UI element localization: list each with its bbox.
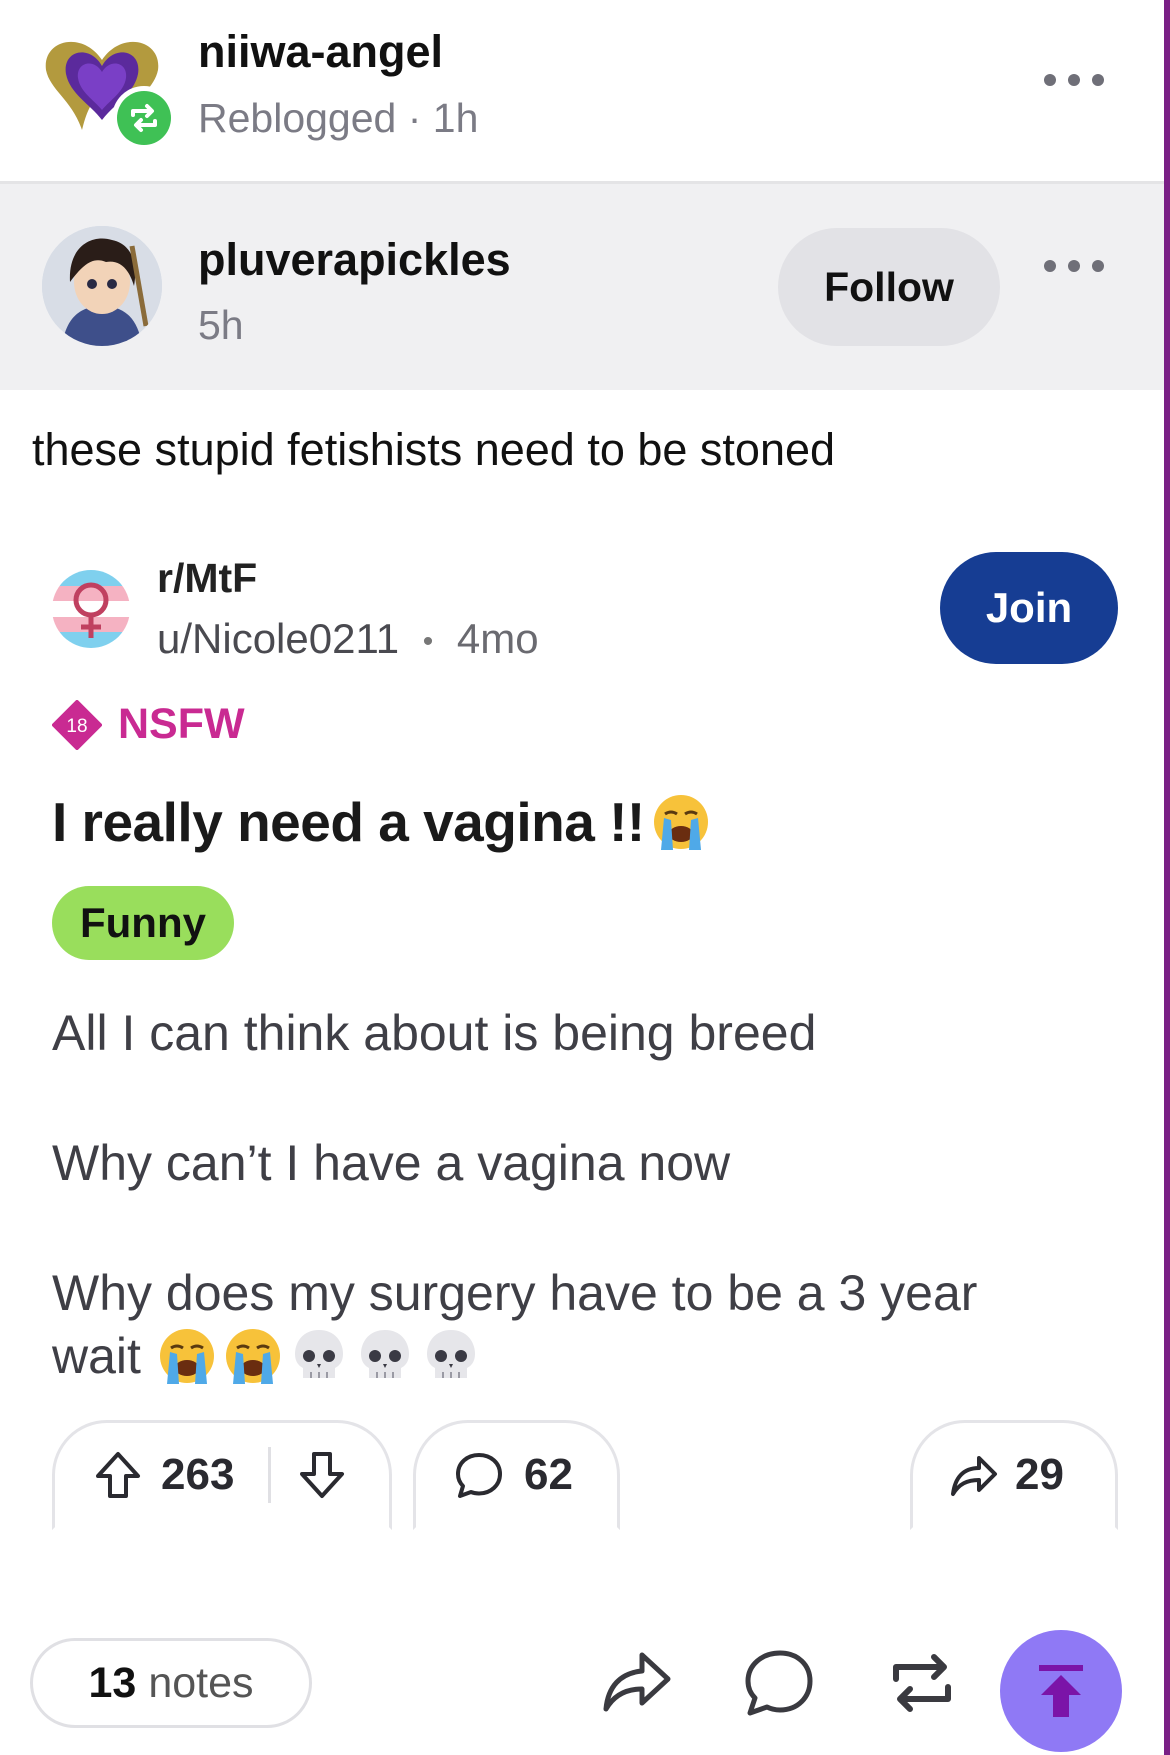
- subreddit-icon: [52, 570, 130, 648]
- notes-button[interactable]: 13 notes: [30, 1638, 312, 1728]
- comment-icon: [456, 1453, 502, 1498]
- nsfw-label: NSFW: [118, 700, 245, 748]
- vote-pill: 263: [52, 1420, 392, 1530]
- reddit-author[interactable]: u/Nicole0211: [157, 615, 399, 662]
- upvote-count: 263: [161, 1450, 235, 1499]
- comment-pill[interactable]: 62: [413, 1420, 620, 1530]
- reblog-header: niiwa-angel Reblogged · 1h: [0, 0, 1164, 184]
- downvote-icon[interactable]: [297, 1450, 347, 1500]
- join-button[interactable]: Join: [940, 552, 1118, 664]
- original-poster-avatar[interactable]: [42, 226, 162, 346]
- reblog-icon: [131, 104, 157, 132]
- upvote-icon[interactable]: [93, 1450, 143, 1500]
- notes-label: notes: [148, 1658, 254, 1707]
- share-pill[interactable]: 29: [910, 1420, 1118, 1530]
- subreddit-name[interactable]: r/MtF: [157, 555, 257, 602]
- scroll-to-top-icon: [1039, 1665, 1083, 1717]
- share-icon[interactable]: [598, 1645, 674, 1721]
- more-icon[interactable]: [1044, 72, 1104, 88]
- share-icon: [951, 1456, 997, 1496]
- loudly-crying-face-icon: [157, 1326, 217, 1386]
- reblog-meta: Reblogged · 1h: [198, 95, 479, 141]
- reddit-post-title[interactable]: I really need a vagina !!: [52, 790, 711, 854]
- post-body-text: wait: [52, 1328, 141, 1384]
- comment-count: 62: [524, 1450, 573, 1499]
- loudly-crying-face-icon: [651, 792, 711, 852]
- skull-icon: [421, 1326, 481, 1386]
- reblogger-username[interactable]: niiwa-angel: [198, 26, 443, 78]
- reddit-post-age: 4mo: [456, 615, 539, 662]
- reblog-comment: these stupid fetishists need to be stone…: [32, 424, 836, 475]
- comment-icon[interactable]: [740, 1645, 816, 1721]
- post-body-line: All I can think about is being breed: [52, 1005, 817, 1061]
- post-body-line: Why does my surgery have to be a 3 year: [52, 1265, 978, 1321]
- window-edge: [1164, 0, 1170, 1755]
- post-body-line-with-emojis: wait: [52, 1326, 481, 1386]
- loudly-crying-face-icon: [223, 1326, 283, 1386]
- original-poster-row: pluverapickles 5h Follow: [0, 184, 1164, 390]
- post-body-line: Why can’t I have a vagina now: [52, 1135, 731, 1191]
- follow-button[interactable]: Follow: [778, 228, 1000, 346]
- scroll-to-top-button[interactable]: [1000, 1630, 1122, 1752]
- reblog-badge: [112, 86, 176, 150]
- reblog-icon[interactable]: [884, 1645, 960, 1721]
- meta-separator: •: [422, 624, 434, 658]
- more-icon[interactable]: [1044, 258, 1104, 274]
- skull-icon: [355, 1326, 415, 1386]
- skull-icon: [289, 1326, 349, 1386]
- notes-count: 13: [88, 1658, 137, 1707]
- share-count: 29: [1015, 1450, 1064, 1499]
- nsfw-age-text: 18: [66, 716, 87, 737]
- reddit-post-meta: u/Nicole0211 • 4mo: [157, 615, 539, 663]
- original-poster-username[interactable]: pluverapickles: [198, 234, 511, 286]
- reddit-post-title-text: I really need a vagina !!: [52, 791, 645, 853]
- post-flair[interactable]: Funny: [52, 886, 234, 960]
- nsfw-badge-icon: 18: [52, 700, 102, 750]
- original-post-time: 5h: [198, 302, 244, 348]
- vote-divider: [268, 1447, 272, 1503]
